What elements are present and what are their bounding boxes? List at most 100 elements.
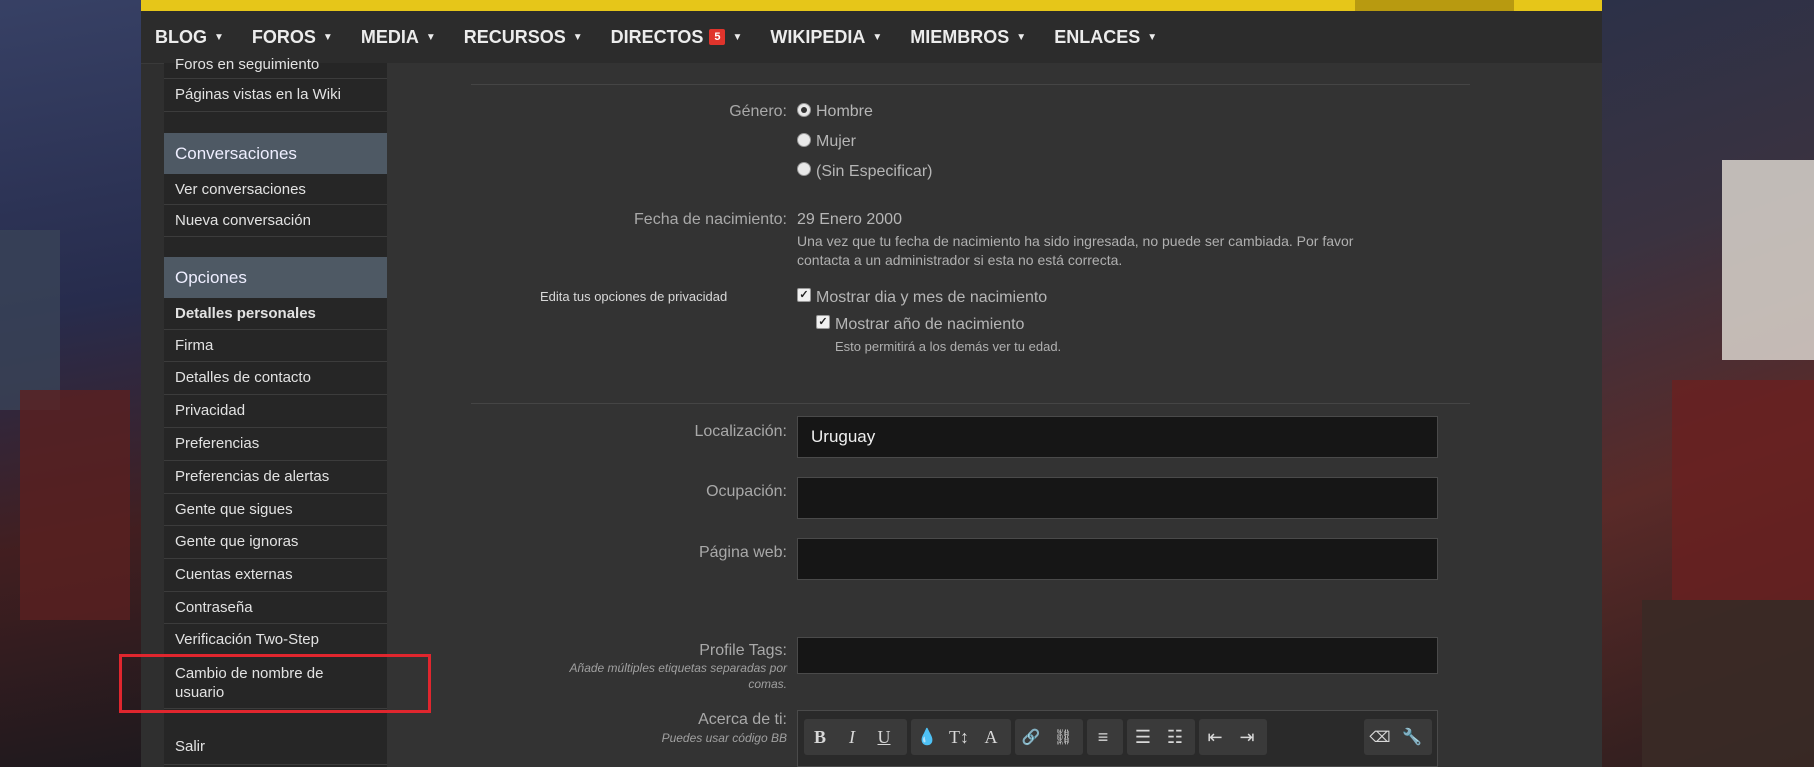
underline-icon[interactable]: U	[868, 719, 900, 755]
sidebar-item-label: Privacidad	[175, 402, 246, 419]
tools-group: ⌫ 🔧	[1364, 719, 1432, 755]
sidebar-heading-opciones: Opciones	[164, 257, 387, 298]
indent-icon[interactable]: ⇥	[1231, 719, 1263, 755]
divider	[471, 403, 1470, 404]
checkbox-dia-mes[interactable]: ✓	[797, 288, 811, 302]
acerca-hint: Puedes usar código BB	[661, 731, 787, 745]
format-group: B I U	[804, 719, 907, 755]
nav-label: MEDIA	[360, 26, 419, 47]
background-block	[0, 230, 60, 410]
sidebar-item-label: Detalles de contacto	[175, 369, 311, 386]
sidebar-item-label: Páginas vistas en la Wiki	[175, 86, 341, 103]
font-family-icon[interactable]: A	[975, 719, 1007, 755]
nav-item-enlaces[interactable]: ENLACES ▼	[1040, 11, 1171, 63]
align-group: ≡	[1087, 719, 1123, 755]
sidebar-item-label: Contraseña	[175, 599, 253, 616]
sidebar-item-salir[interactable]: Salir	[164, 729, 387, 765]
nav-item-miembros[interactable]: MIEMBROS ▼	[896, 11, 1040, 63]
sidebar-item-foros-seguimiento[interactable]: Foros en seguimiento	[164, 51, 387, 79]
sidebar-item-nueva-conversacion[interactable]: Nueva conversación	[164, 205, 387, 237]
italic-icon[interactable]: I	[836, 719, 868, 755]
nav-item-wikipedia[interactable]: WIKIPEDIA ▼	[756, 11, 896, 63]
font-group: 💧 T↕ A	[911, 719, 1011, 755]
ocupacion-label: Ocupación:	[706, 483, 787, 500]
sidebar-item-label: Preferencias de alertas	[175, 468, 330, 485]
acerca-label: Acerca de ti:	[698, 711, 787, 728]
tags-input[interactable]	[797, 637, 1438, 674]
fecha-note-1: Una vez que tu fecha de nacimiento ha si…	[797, 233, 1354, 249]
sidebar-item-ver-conversaciones[interactable]: Ver conversaciones	[164, 174, 387, 205]
link-icon[interactable]: 🔗	[1015, 719, 1047, 755]
sidebar-item-wiki[interactable]: Páginas vistas en la Wiki	[164, 79, 387, 112]
background-block	[1642, 600, 1814, 767]
sidebar-item-label: Preferencias	[175, 435, 260, 452]
radio-label-mujer: Mujer	[816, 133, 857, 150]
web-input[interactable]	[797, 538, 1438, 580]
sidebar-item-gente-ignoras[interactable]: Gente que ignoras	[164, 526, 387, 559]
genero-label: Género:	[729, 103, 787, 120]
sidebar-item-privacidad[interactable]: Privacidad	[164, 395, 387, 428]
sidebar-item-contrasena[interactable]: Contraseña	[164, 592, 387, 624]
background-right	[1602, 0, 1814, 767]
sidebar-item-label: Nueva conversación	[175, 212, 311, 229]
sidebar-item-two-step[interactable]: Verificación Two-Step	[164, 624, 387, 657]
sidebar-item-label: Verificación Two-Step	[175, 631, 319, 648]
radio-mujer[interactable]	[797, 133, 811, 147]
tags-label: Profile Tags:	[699, 642, 787, 659]
radio-sin-especificar[interactable]	[797, 162, 811, 176]
page: BLOG ▼ FOROS ▼ MEDIA ▼ RECURSOS ▼ DIRECTOS 5 ▼…	[141, 0, 1602, 767]
eraser-icon[interactable]: ⌫	[1364, 719, 1396, 755]
ocupacion-input[interactable]	[797, 477, 1438, 519]
outdent-icon[interactable]: ⇤	[1199, 719, 1231, 755]
sidebar-item-gente-sigues[interactable]: Gente que sigues	[164, 494, 387, 526]
wrench-icon[interactable]: 🔧	[1396, 719, 1428, 755]
caret-down-icon: ▼	[572, 31, 583, 43]
sidebar-item-label: Detalles personales	[175, 305, 316, 322]
profile-form: Género: Hombre Mujer (Sin Especificar) F…	[387, 63, 1602, 767]
tags-hint-1: Añade múltiples etiquetas separadas por	[569, 661, 787, 675]
sidebar-item-label: Foros en seguimiento	[175, 56, 320, 73]
radio-label-hombre: Hombre	[816, 103, 873, 120]
nav-item-directos[interactable]: DIRECTOS 5 ▼	[597, 11, 757, 63]
localizacion-input[interactable]	[797, 416, 1438, 458]
sidebar-item-label: Cuentas externas	[175, 566, 293, 583]
sidebar-item-label: Gente que ignoras	[175, 533, 299, 550]
sidebar-item-detalles-personales[interactable]: Detalles personales	[164, 298, 387, 330]
checkbox-label-ano: Mostrar año de nacimiento	[835, 316, 1025, 333]
background-block	[20, 390, 130, 620]
caret-down-icon: ▼	[732, 31, 743, 43]
sidebar-item-preferencias-alertas[interactable]: Preferencias de alertas	[164, 461, 387, 494]
sidebar-item-preferencias[interactable]: Preferencias	[164, 428, 387, 461]
nav-label: MIEMBROS	[910, 26, 1010, 47]
live-count-badge: 5	[709, 29, 726, 45]
divider	[471, 84, 1470, 85]
bold-icon[interactable]: B	[804, 719, 836, 755]
fecha-note-2: contacta a un administrador si esta no e…	[797, 252, 1123, 268]
radio-label-sin-especificar: (Sin Especificar)	[816, 163, 933, 180]
caret-down-icon: ▼	[425, 31, 436, 43]
caret-down-icon: ▼	[214, 31, 224, 43]
sidebar-item-detalles-contacto[interactable]: Detalles de contacto	[164, 362, 387, 395]
sidebar-item-label: Firma	[175, 337, 214, 354]
link-group: 🔗 ⛓	[1015, 719, 1083, 755]
unlink-icon[interactable]: ⛓	[1047, 719, 1079, 755]
radio-hombre[interactable]	[797, 103, 811, 117]
align-left-icon[interactable]: ≡	[1087, 719, 1119, 755]
web-label: Página web:	[698, 544, 787, 561]
checkbox-ano[interactable]: ✓	[816, 315, 830, 329]
tags-hint-2: comas.	[748, 677, 787, 691]
numbered-list-icon[interactable]: ☷	[1159, 719, 1191, 755]
sidebar-item-cuentas-externas[interactable]: Cuentas externas	[164, 559, 387, 592]
background-block	[1672, 380, 1814, 600]
highlight-box	[119, 654, 431, 713]
sidebar-item-label: Gente que sigues	[175, 501, 293, 518]
fecha-value: 29 Enero 2000	[797, 211, 902, 228]
font-size-icon[interactable]: T↕	[943, 719, 975, 755]
sidebar-item-firma[interactable]: Firma	[164, 330, 387, 362]
bullet-list-icon[interactable]: ☰	[1127, 719, 1159, 755]
background-left	[0, 0, 141, 767]
nav-item-recursos[interactable]: RECURSOS ▼	[450, 11, 597, 63]
sidebar-heading-conversaciones: Conversaciones	[164, 133, 387, 174]
color-drop-icon[interactable]: 💧	[911, 719, 943, 755]
background-block	[1722, 160, 1814, 360]
